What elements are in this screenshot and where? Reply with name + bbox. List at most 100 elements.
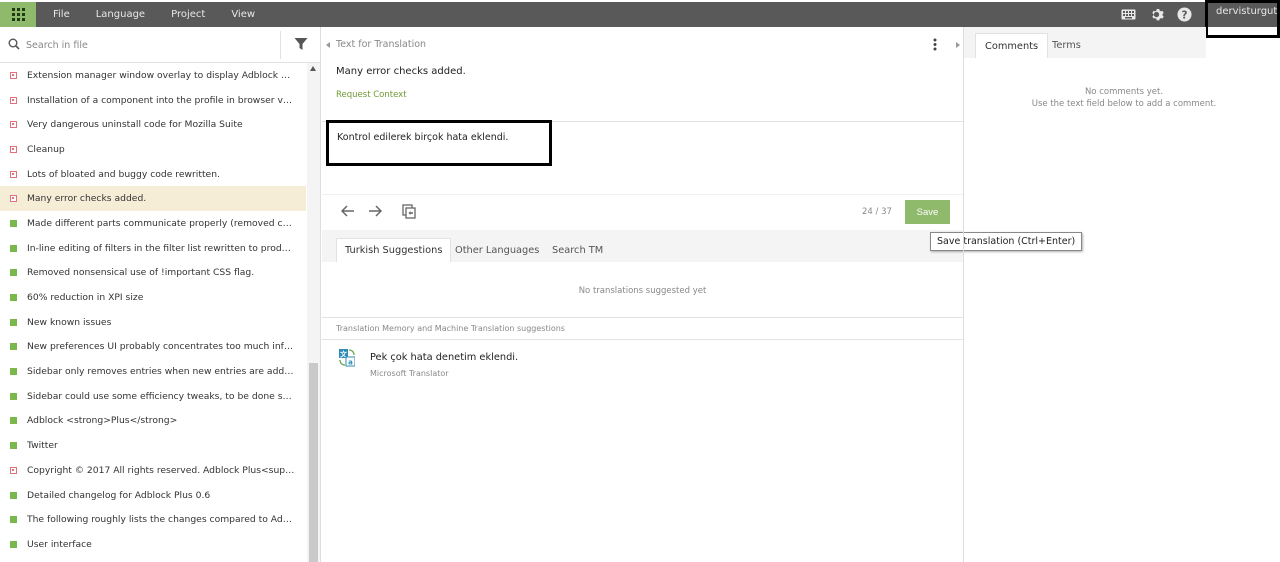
untranslated-status-icon — [10, 121, 17, 129]
search-icon — [8, 38, 20, 53]
translated-status-icon — [10, 219, 17, 227]
tab-search-tm[interactable]: Search TM — [544, 238, 611, 262]
scroll-up-arrow[interactable] — [310, 66, 316, 71]
tab-comments[interactable]: Comments — [975, 33, 1049, 58]
app-menu-button[interactable] — [0, 2, 36, 27]
list-item[interactable]: 60% reduction in XPI size — [0, 285, 306, 310]
mt-suggestion-text[interactable]: Pek çok hata denetim eklendi. — [370, 352, 518, 363]
list-item-text: New known issues — [27, 316, 112, 328]
list-item[interactable]: Sidebar could use some efficiency tweaks… — [0, 384, 306, 409]
translator-icon: 文a — [339, 349, 356, 370]
list-item-text: User interface — [27, 538, 92, 550]
list-item[interactable]: Many error checks added. — [0, 186, 306, 212]
list-item[interactable]: Very dangerous uninstall code for Mozill… — [0, 112, 306, 137]
no-comments-title: No comments yet. — [1084, 87, 1164, 97]
list-item[interactable]: The following roughly lists the changes … — [0, 507, 306, 532]
list-item-text: Installation of a component into the pro… — [27, 94, 295, 106]
list-item[interactable]: Cleanup — [0, 137, 306, 162]
scroll-thumb[interactable] — [309, 363, 318, 562]
suggestions-tab-bar: Turkish Suggestions Other Languages Sear… — [322, 230, 963, 262]
search-input[interactable] — [26, 36, 276, 54]
list-item[interactable]: New known issues — [0, 310, 306, 335]
untranslated-status-icon — [10, 466, 17, 474]
source-header: Text for Translation — [336, 39, 427, 50]
menu-view[interactable]: View — [231, 9, 255, 20]
no-comments-hint: Use the text field below to add a commen… — [1031, 99, 1217, 109]
list-item[interactable]: Sidebar only removes entries when new en… — [0, 359, 306, 384]
tab-other-languages[interactable]: Other Languages — [447, 238, 547, 262]
list-item-text: Twitter — [27, 440, 58, 452]
list-item[interactable]: In-line editing of filters in the filter… — [0, 236, 306, 261]
copy-source-icon[interactable] — [402, 204, 416, 222]
list-item[interactable]: Removed nonsensical use of !important CS… — [0, 261, 306, 286]
list-scrollbar[interactable] — [307, 63, 320, 562]
grid-icon — [11, 8, 25, 21]
translated-status-icon — [10, 294, 17, 302]
menu-file[interactable]: File — [53, 9, 70, 20]
editor-panel: Text for Translation Many error checks a… — [322, 27, 963, 562]
list-item[interactable]: Extension manager window overlay to disp… — [0, 63, 306, 88]
untranslated-status-icon — [10, 96, 17, 104]
divider — [322, 317, 963, 318]
list-item-text: 60% reduction in XPI size — [27, 292, 144, 304]
translated-status-icon — [10, 392, 17, 400]
main-menu: File Language Project View — [40, 2, 268, 27]
list-item[interactable]: User interface — [0, 532, 306, 557]
comments-tab-bar: Comments Terms — [964, 27, 1206, 58]
list-item[interactable]: Clicking "Adblock" in context menu, main… — [0, 557, 306, 562]
translation-text: Kontrol edilerek birçok hata eklendi. — [337, 132, 509, 143]
tab-terms[interactable]: Terms — [1043, 33, 1090, 58]
search-divider — [280, 31, 281, 59]
list-item[interactable]: Adblock <strong>Plus</strong> — [0, 409, 306, 434]
list-item-text: Copyright © 2017 All rights reserved. Ad… — [27, 464, 295, 476]
svg-text:a: a — [348, 359, 353, 367]
list-item-text: Sidebar only removes entries when new en… — [27, 366, 295, 378]
arrow-right-icon[interactable] — [368, 205, 383, 220]
list-item-text: Lots of bloated and buggy code rewritten… — [27, 168, 220, 180]
untranslated-status-icon — [10, 145, 17, 153]
list-item[interactable]: Copyright © 2017 All rights reserved. Ad… — [0, 458, 306, 483]
menu-project[interactable]: Project — [171, 9, 205, 20]
list-item[interactable]: Twitter — [0, 433, 306, 458]
help-icon[interactable]: ? — [1174, 2, 1194, 27]
filter-icon[interactable] — [294, 37, 308, 54]
gear-icon[interactable] — [1146, 2, 1166, 27]
translated-status-icon — [10, 343, 17, 351]
string-list: Extension manager window overlay to disp… — [0, 63, 306, 562]
more-options-icon[interactable] — [933, 38, 937, 54]
translated-status-icon — [10, 442, 17, 450]
list-item[interactable]: Made different parts communicate properl… — [0, 211, 306, 236]
tab-turkish-suggestions[interactable]: Turkish Suggestions — [336, 238, 452, 262]
divider — [322, 194, 963, 195]
no-comments-message: No comments yet. Use the text field belo… — [964, 86, 1280, 110]
untranslated-status-icon — [10, 71, 17, 79]
no-suggestions-message: No translations suggested yet — [578, 286, 707, 296]
string-counter: 24 / 37 — [862, 207, 892, 217]
comments-panel: Comments Terms No comments yet. Use the … — [963, 27, 1280, 562]
top-right-tools: ? — [1118, 2, 1202, 27]
list-item-text: The following roughly lists the changes … — [27, 514, 295, 526]
list-item-text: Sidebar could use some efficiency tweaks… — [27, 390, 295, 402]
arrow-left-icon[interactable] — [340, 205, 355, 220]
mt-suggestion-source: Microsoft Translator — [370, 369, 449, 378]
request-context-link[interactable]: Request Context — [336, 90, 407, 100]
menu-language[interactable]: Language — [96, 9, 145, 20]
untranslated-status-icon — [10, 195, 17, 203]
list-item-text: Removed nonsensical use of !important CS… — [27, 267, 255, 279]
source-string: Many error checks added. — [336, 66, 466, 77]
list-item-text: Extension manager window overlay to disp… — [27, 69, 295, 81]
string-list-panel: Extension manager window overlay to disp… — [0, 27, 321, 562]
translated-status-icon — [10, 318, 17, 326]
list-item[interactable]: Installation of a component into the pro… — [0, 88, 306, 113]
divider — [322, 339, 963, 340]
list-item-text: Made different parts communicate properl… — [27, 217, 295, 229]
translation-textarea[interactable]: Kontrol edilerek birçok hata eklendi. — [326, 120, 552, 166]
list-item-text: Very dangerous uninstall code for Mozill… — [27, 119, 243, 131]
keyboard-icon[interactable] — [1118, 2, 1138, 27]
save-button[interactable]: Save — [905, 200, 950, 224]
list-item-text: In-line editing of filters in the filter… — [27, 242, 295, 254]
list-item[interactable]: Detailed changelog for Adblock Plus 0.6 — [0, 483, 306, 508]
list-item[interactable]: Lots of bloated and buggy code rewritten… — [0, 162, 306, 187]
list-item-text: Many error checks added. — [27, 193, 147, 205]
list-item[interactable]: New preferences UI probably concentrates… — [0, 335, 306, 360]
